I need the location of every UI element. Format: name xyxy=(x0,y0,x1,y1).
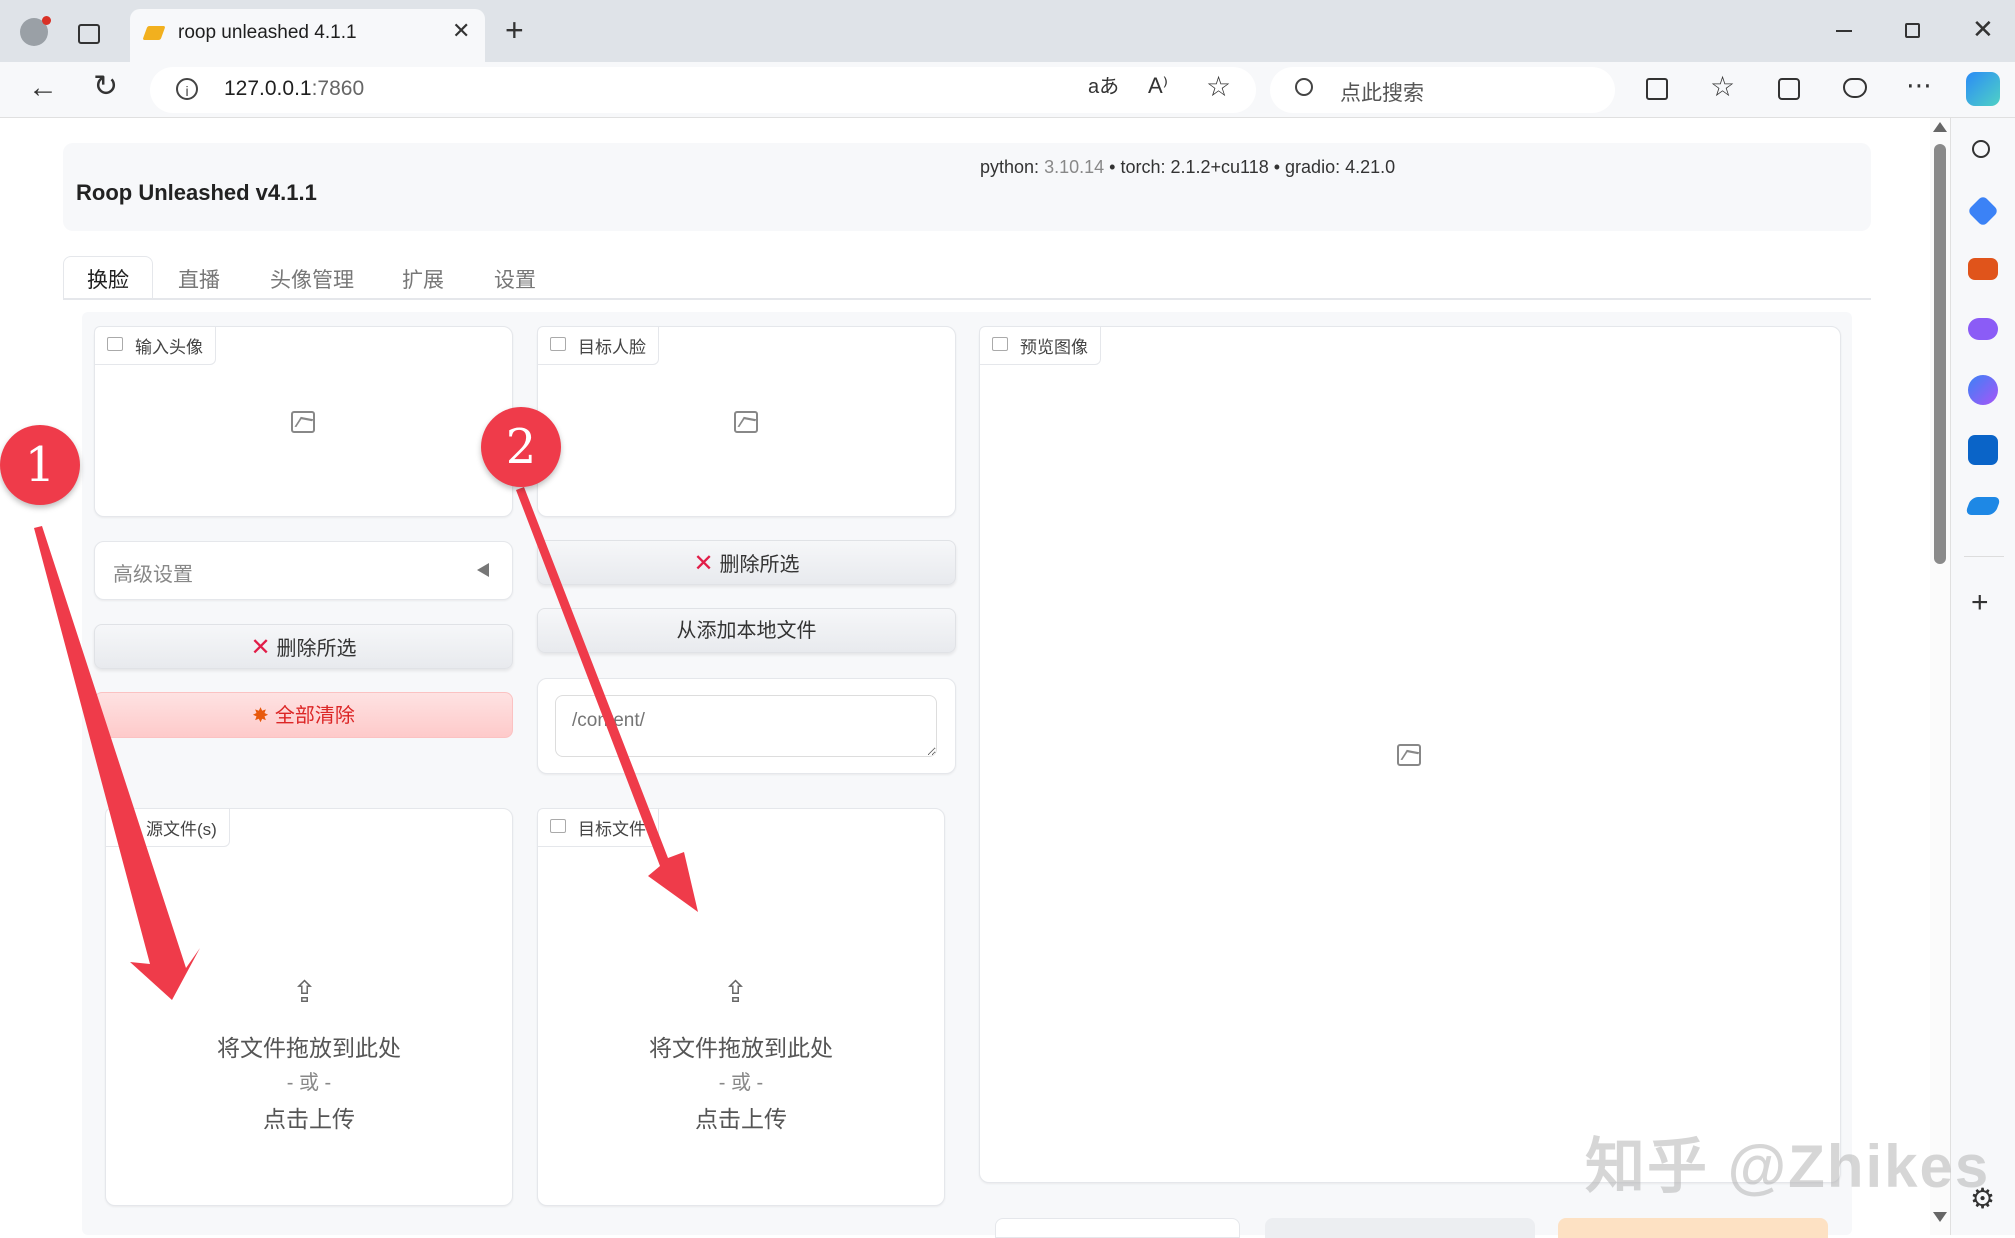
watermark: 知乎 @Zhikes xyxy=(1585,1133,1991,1200)
annotation-arrow-2 xyxy=(516,487,698,912)
annotation-badge-2: 2 xyxy=(481,407,561,487)
annotation-arrows xyxy=(34,487,698,1000)
annotation-badge-1: 1 xyxy=(0,425,80,505)
annotation-arrow-1 xyxy=(34,526,200,1000)
